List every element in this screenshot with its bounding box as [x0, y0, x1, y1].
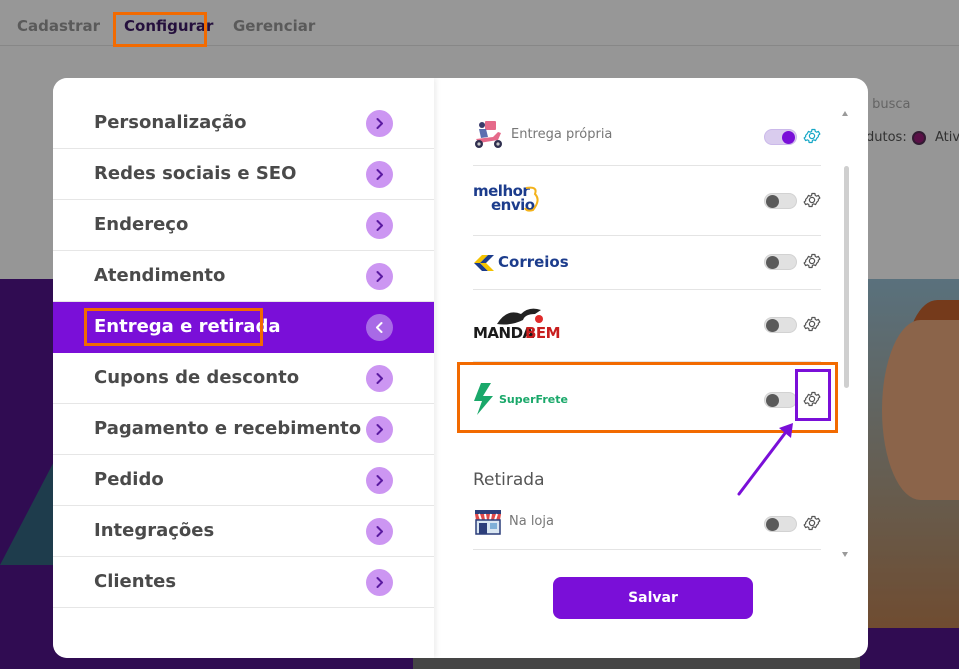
toggle-knob	[782, 131, 795, 144]
chevron-right-icon	[366, 416, 393, 443]
menu-item-pagamento-recebimento[interactable]: Pagamento e recebimento	[53, 404, 434, 455]
delivery-scooter-icon	[475, 121, 502, 148]
menu-item-label: Pedido	[94, 469, 164, 490]
toggle-mandabem[interactable]	[764, 317, 797, 333]
shipping-row-entrega-propria: Entrega própria	[473, 108, 821, 166]
correios-logo: Correios	[473, 252, 569, 274]
melhor-envio-logo: melhor envio	[473, 182, 553, 222]
shipping-method-name: Entrega própria	[511, 127, 613, 142]
menu-item-personalizacao[interactable]: Personalização	[53, 98, 434, 149]
scroll-up-arrow-icon[interactable]	[842, 111, 848, 116]
toggle-knob	[766, 195, 779, 208]
menu-item-label: Integrações	[94, 520, 215, 541]
menu-item-integracoes[interactable]: Integrações	[53, 506, 434, 557]
toggle-knob	[766, 319, 779, 332]
gear-icon[interactable]	[803, 127, 821, 145]
toggle-na-loja[interactable]	[764, 516, 797, 532]
menu-item-label: Cupons de desconto	[94, 367, 300, 388]
menu-item-label: Clientes	[94, 571, 177, 592]
menu-item-label: Endereço	[94, 214, 189, 235]
gear-icon[interactable]	[803, 252, 821, 270]
mandabem-logo-text-b: BEM	[525, 324, 561, 342]
chevron-left-icon	[366, 314, 393, 341]
menu-item-label: Atendimento	[94, 265, 226, 286]
toggle-correios[interactable]	[764, 254, 797, 270]
pickup-row-na-loja: Na loja	[473, 502, 821, 550]
chevron-right-icon	[366, 110, 393, 137]
chevron-right-icon	[366, 365, 393, 392]
menu-item-redes-sociais-seo[interactable]: Redes sociais e SEO	[53, 149, 434, 200]
pickup-section-heading: Retirada	[473, 470, 545, 490]
annotation-box-entrega-retirada	[84, 308, 263, 346]
scroll-down-arrow-icon[interactable]	[842, 552, 848, 557]
shipping-row-melhor-envio: melhor envio	[473, 166, 821, 236]
chevron-right-icon	[366, 161, 393, 188]
save-button[interactable]: Salvar	[553, 577, 753, 619]
menu-item-pedido[interactable]: Pedido	[53, 455, 434, 506]
shipping-row-mandabem: MANDA BEM	[473, 290, 821, 362]
menu-item-label: Pagamento e recebimento	[94, 418, 362, 439]
melhor-envio-swoosh	[524, 186, 539, 212]
menu-item-atendimento[interactable]: Atendimento	[53, 251, 434, 302]
scrollbar-thumb[interactable]	[844, 166, 849, 388]
menu-item-label: Personalização	[94, 112, 247, 133]
chevron-right-icon	[366, 569, 393, 596]
chevron-right-icon	[366, 263, 393, 290]
gear-icon[interactable]	[803, 191, 821, 209]
mandabem-logo: MANDA BEM	[473, 304, 561, 346]
menu-item-label: Redes sociais e SEO	[94, 163, 297, 184]
chevron-right-icon	[366, 212, 393, 239]
menu-item-clientes[interactable]: Clientes	[53, 557, 434, 608]
annotation-box-configurar-top	[113, 12, 207, 47]
correios-logo-text: Correios	[498, 253, 569, 271]
gear-icon[interactable]	[803, 315, 821, 333]
chevron-right-icon	[366, 518, 393, 545]
toggle-knob	[766, 518, 779, 531]
toggle-entrega-propria[interactable]	[764, 129, 797, 145]
pickup-method-name: Na loja	[509, 514, 554, 529]
toggle-melhor-envio[interactable]	[764, 193, 797, 209]
gear-icon[interactable]	[803, 514, 821, 532]
menu-item-cupons-desconto[interactable]: Cupons de desconto	[53, 353, 434, 404]
shipping-row-correios: Correios	[473, 236, 821, 290]
toggle-knob	[766, 256, 779, 269]
settings-menu: Personalização Redes sociais e SEO Ender…	[53, 78, 434, 658]
settings-modal: Personalização Redes sociais e SEO Ender…	[53, 78, 868, 658]
storefront-icon	[475, 510, 501, 535]
annotation-arrow-icon	[737, 423, 793, 496]
correios-mark-icon	[474, 255, 494, 271]
menu-item-endereco[interactable]: Endereço	[53, 200, 434, 251]
chevron-right-icon	[366, 467, 393, 494]
